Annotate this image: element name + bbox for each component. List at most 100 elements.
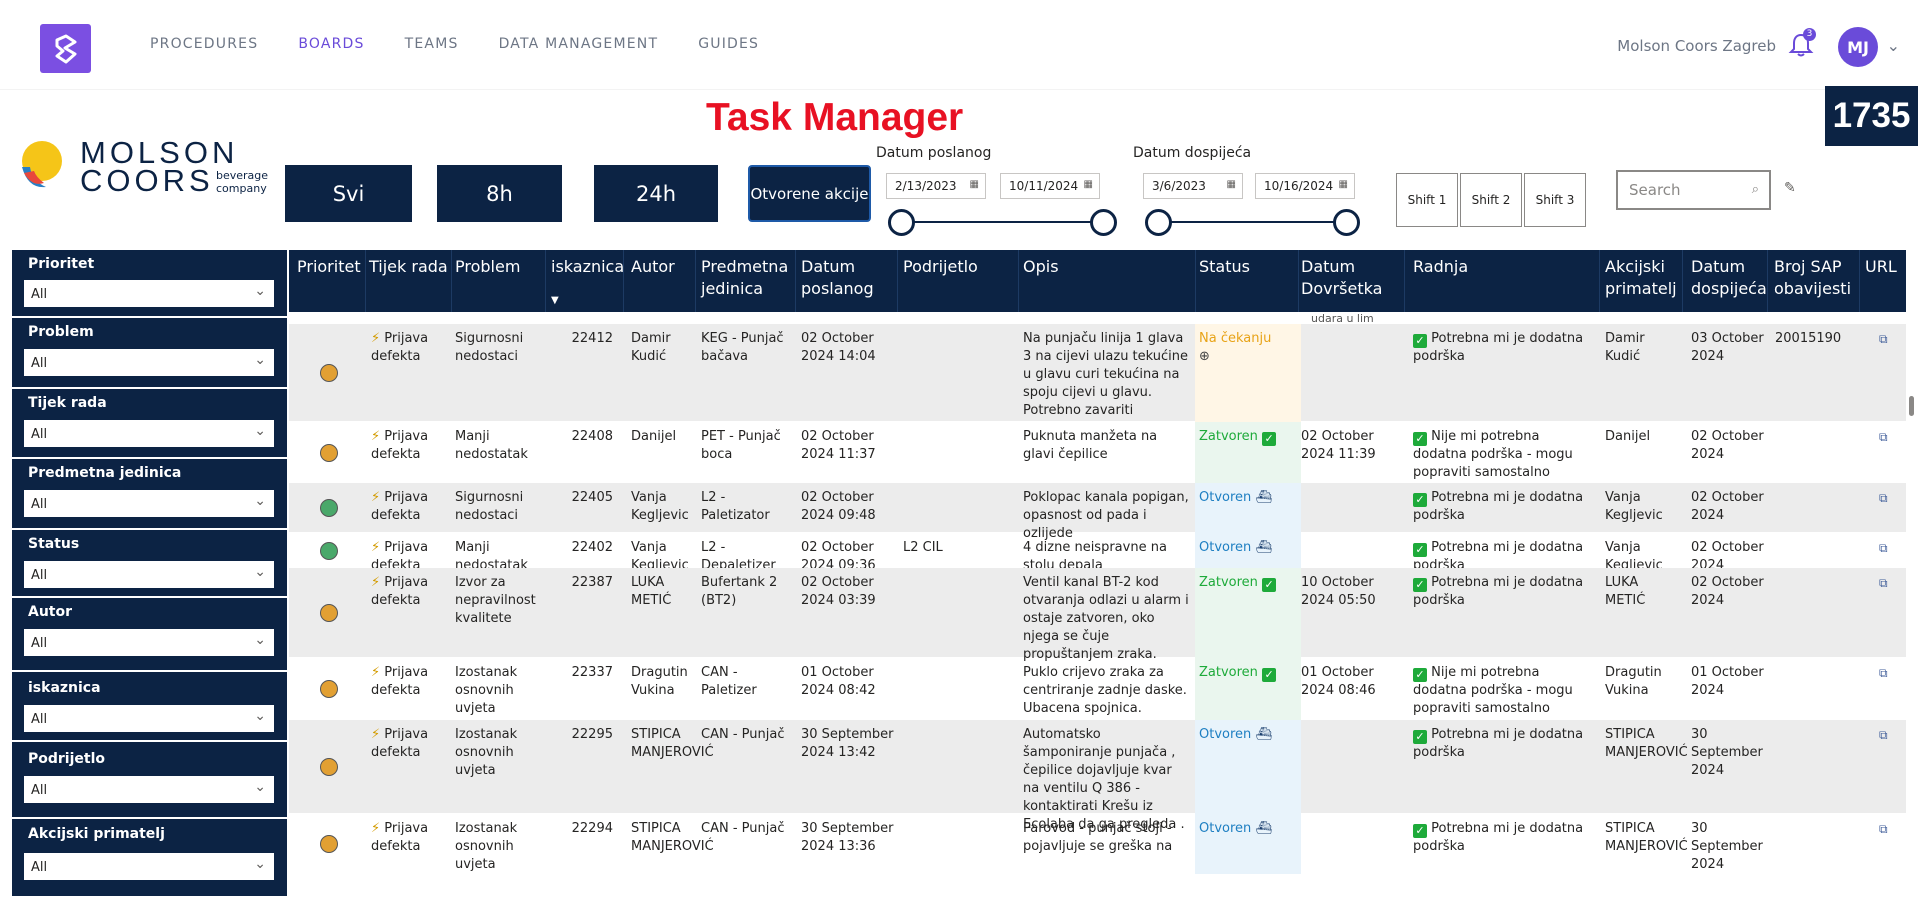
slicer-tijek-rada-dropdown[interactable]: All ⌄ [24, 420, 274, 447]
cell-id: 22387 [547, 574, 613, 592]
col-tijek-rada[interactable]: Tijek rada [369, 256, 448, 278]
col-iskaznica[interactable]: iskaznica [551, 256, 624, 278]
nav-boards[interactable]: BOARDS [298, 36, 364, 52]
table-row[interactable]: ⚡ Prijava defekta Manji nedostatak 22402 Va… [289, 533, 1906, 573]
checkbox-checked-icon[interactable]: ✓ [1413, 432, 1427, 446]
date-sent-slider-start-handle[interactable] [888, 209, 915, 236]
calendar-icon: ▦ [1226, 179, 1236, 190]
link-icon[interactable]: ⧉ [1879, 430, 1888, 445]
slicer-status-dropdown[interactable]: All ⌄ [24, 561, 274, 588]
checkbox-checked-icon[interactable]: ✓ [1413, 578, 1427, 592]
slicer-problem-dropdown[interactable]: All ⌄ [24, 349, 274, 376]
table-row[interactable]: ⚡ Prijava defekta Sigurnosni nedostaci 224… [289, 483, 1906, 541]
cell-problem: Izostanak osnovnih uvjeta [455, 664, 541, 718]
link-icon[interactable]: ⧉ [1879, 728, 1888, 743]
shift-2-button[interactable]: Shift 2 [1460, 173, 1522, 227]
checkbox-checked-icon[interactable]: ✓ [1413, 668, 1427, 682]
table-row[interactable]: ⚡ Prijava defekta Izostanak osnovnih uvje… [289, 720, 1906, 832]
link-icon[interactable]: ⧉ [1879, 576, 1888, 591]
tenant-name[interactable]: Molson Coors Zagreb [1617, 37, 1776, 55]
col-prioritet[interactable]: Prioritet [297, 256, 361, 278]
col-datum-dospijeca[interactable]: Datum dospijeća [1691, 256, 1767, 300]
cell-text: Nije mi potrebna dodatna podrška - mogu … [1413, 429, 1573, 480]
date-due-from-input[interactable]: 3/6/2023 ▦ [1143, 173, 1243, 199]
cell-text: 22412 [571, 331, 613, 346]
link-icon[interactable]: ⧉ [1879, 666, 1888, 681]
cell-text: Izostanak osnovnih uvjeta [455, 727, 518, 778]
search-input[interactable]: Search ⌕ [1616, 170, 1771, 210]
col-divider [1859, 250, 1860, 312]
date-sent-slider-track [902, 221, 1106, 223]
slicer-akcijski-primatelj-dropdown[interactable]: All ⌄ [24, 853, 274, 880]
col-predmetna-jedinica[interactable]: Predmetna jedinica [701, 256, 791, 300]
user-avatar[interactable]: MJ [1838, 27, 1878, 67]
table-row[interactable]: ⚡ Prijava defekta Manji nedostatak 22408 Da… [289, 422, 1906, 483]
col-divider [365, 250, 366, 312]
link-icon[interactable]: ⧉ [1879, 541, 1888, 556]
shift-1-button[interactable]: Shift 1 [1396, 173, 1458, 227]
nav-data-management[interactable]: DATA MANAGEMENT [499, 36, 659, 52]
slicer-autor-dropdown[interactable]: All ⌄ [24, 629, 274, 656]
col-datum-poslanog[interactable]: Datum poslanog [801, 256, 881, 300]
status-label: Otvoren [1199, 490, 1252, 505]
link-icon[interactable]: ⧉ [1879, 332, 1888, 347]
col-url[interactable]: URL [1865, 256, 1897, 278]
scrollbar-thumb[interactable] [1909, 396, 1914, 416]
pending-icon: ⊕ [1199, 349, 1210, 364]
cell-text: Danijel [631, 429, 677, 444]
notifications-button[interactable]: 3 [1788, 28, 1816, 58]
slicer-iskaznica-dropdown[interactable]: All ⌄ [24, 705, 274, 732]
date-sent-from-input[interactable]: 2/13/2023 ▦ [886, 173, 986, 199]
date-sent-filter: Datum poslanog 2/13/2023 ▦ 10/11/2024 ▦ [876, 145, 1126, 245]
table-row[interactable]: ⚡ Prijava defekta Sigurnosni nedostaci 224… [289, 324, 1906, 422]
date-due-slider-end-handle[interactable] [1333, 209, 1360, 236]
link-icon[interactable]: ⧉ [1879, 822, 1888, 837]
filter-8h-button[interactable]: 8h [437, 165, 562, 222]
chevron-down-icon[interactable]: ⌄ [1887, 36, 1900, 55]
col-autor[interactable]: Autor [631, 256, 675, 278]
closed-check-icon: ✓ [1262, 578, 1277, 592]
table-row[interactable]: ⚡ Prijava defekta Izostanak osnovnih uvje… [289, 814, 1906, 874]
checkbox-checked-icon[interactable]: ✓ [1413, 334, 1427, 348]
col-status[interactable]: Status [1199, 256, 1250, 278]
chevron-down-icon: ⌄ [254, 493, 266, 509]
filter-all-button[interactable]: Svi [285, 165, 412, 222]
cell-author: Danijel [631, 428, 693, 446]
checkbox-checked-icon[interactable]: ✓ [1413, 543, 1427, 557]
table-scrollbar[interactable] [1906, 312, 1916, 896]
slicer-predmetna-jedinica-dropdown[interactable]: All ⌄ [24, 490, 274, 517]
checkbox-checked-icon[interactable]: ✓ [1413, 493, 1427, 507]
col-broj-sap[interactable]: Broj SAP obavijesti [1774, 256, 1854, 300]
col-podrijetlo[interactable]: Podrijetlo [903, 256, 978, 278]
slicer-prioritet-dropdown[interactable]: All ⌄ [24, 280, 274, 307]
shift-3-button[interactable]: Shift 3 [1524, 173, 1586, 227]
date-sent-to-input[interactable]: 10/11/2024 ▦ [1000, 173, 1100, 199]
chevron-down-icon: ⌄ [254, 283, 266, 299]
table-row[interactable]: ⚡ Prijava defekta Izvor za nepravilnost k… [289, 568, 1906, 662]
col-opis[interactable]: Opis [1023, 256, 1059, 278]
col-problem[interactable]: Problem [455, 256, 520, 278]
clear-filter-icon[interactable]: ✎ [1784, 180, 1796, 196]
cell-text: 30 September 2024 [1691, 727, 1763, 778]
nav-teams[interactable]: TEAMS [405, 36, 459, 52]
date-due-slider-start-handle[interactable] [1145, 209, 1172, 236]
app-logo[interactable] [40, 24, 91, 73]
sort-descending-icon[interactable]: ▼ [551, 295, 559, 306]
filter-24h-button[interactable]: 24h [594, 165, 718, 222]
col-divider [897, 250, 898, 312]
open-actions-button[interactable]: Otvorene akcije [748, 165, 871, 222]
nav-guides[interactable]: GUIDES [698, 36, 759, 52]
nav-procedures[interactable]: PROCEDURES [150, 36, 258, 52]
col-akcijski-primatelj[interactable]: Akcijski primatelj [1605, 256, 1677, 300]
date-due-to-input[interactable]: 10/16/2024 ▦ [1255, 173, 1355, 199]
checkbox-checked-icon[interactable]: ✓ [1413, 824, 1427, 838]
col-datum-dovrsetka[interactable]: Datum Dovršetka [1301, 256, 1391, 300]
link-icon[interactable]: ⧉ [1879, 491, 1888, 506]
cell-author: Damir Kudić [631, 330, 693, 366]
col-divider [1298, 250, 1299, 312]
slicer-podrijetlo-dropdown[interactable]: All ⌄ [24, 776, 274, 803]
checkbox-checked-icon[interactable]: ✓ [1413, 730, 1427, 744]
table-row[interactable]: ⚡ Prijava defekta Izostanak osnovnih uvje… [289, 658, 1906, 720]
col-radnja[interactable]: Radnja [1413, 256, 1468, 278]
date-sent-slider-end-handle[interactable] [1090, 209, 1117, 236]
